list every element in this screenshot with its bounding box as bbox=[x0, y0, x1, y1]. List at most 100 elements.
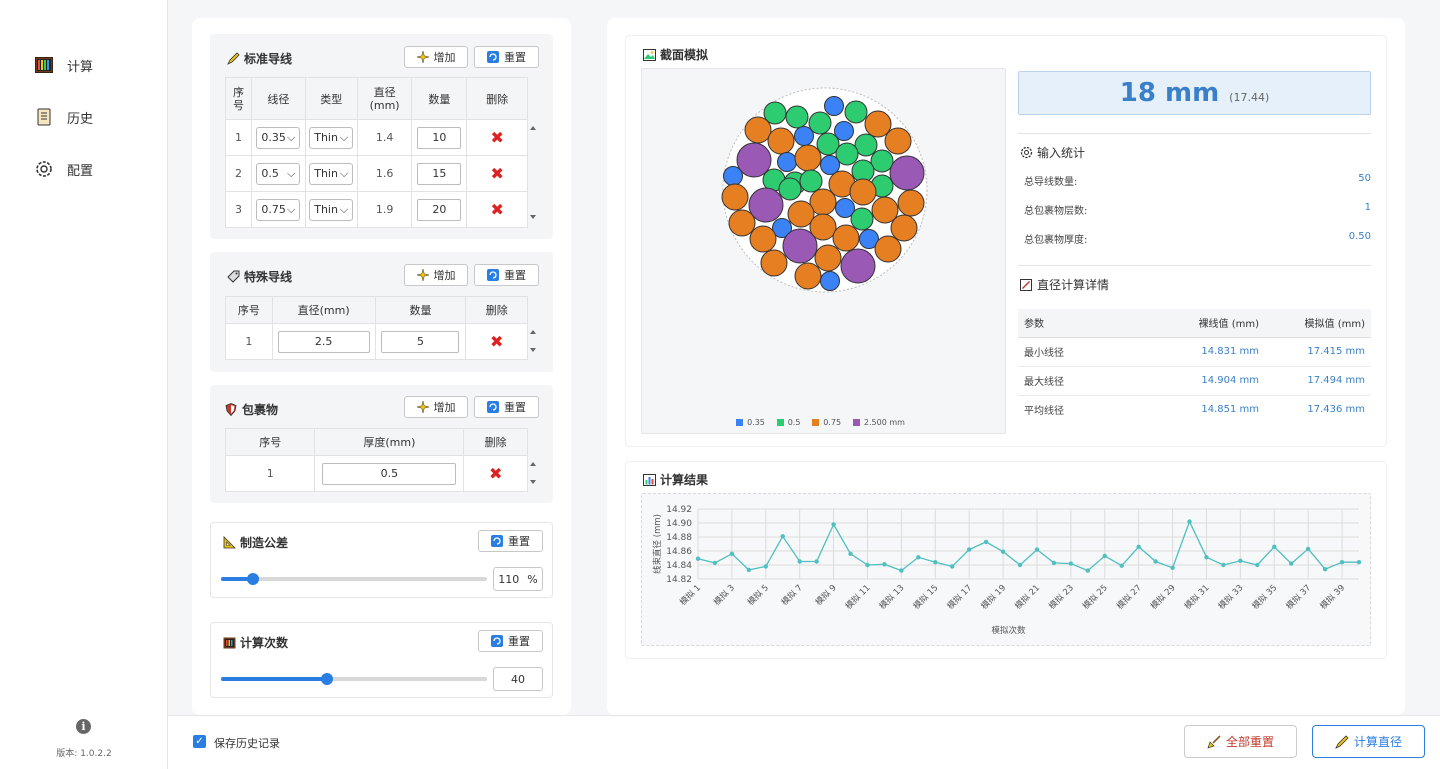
col-header: 删除 bbox=[463, 428, 528, 456]
gauge-select[interactable]: 0.35 ⌵ bbox=[256, 126, 301, 149]
details-title: 直径计算详情 bbox=[1019, 276, 1109, 293]
row-index: 1 bbox=[225, 323, 273, 360]
shield-icon bbox=[224, 403, 238, 417]
x-tick-label: 模拟 23 bbox=[1047, 582, 1076, 611]
count-input[interactable]: 20 bbox=[417, 198, 462, 221]
delete-icon[interactable]: ✖ bbox=[490, 333, 503, 350]
count-input[interactable]: 5 bbox=[381, 330, 460, 353]
reset-standard-wire-button[interactable]: 重置 bbox=[474, 46, 539, 68]
y-tick-label: 14.84 bbox=[666, 561, 692, 571]
col-header: 删除 bbox=[466, 77, 528, 120]
wire-circle-0.75 bbox=[814, 244, 842, 272]
wire-circle-0.75 bbox=[767, 127, 795, 155]
wire-circle-0.5 bbox=[808, 111, 832, 135]
reset-calc-count-button[interactable]: 重置 bbox=[478, 630, 543, 652]
tolerance-input[interactable]: 110% bbox=[493, 567, 543, 591]
calculate-diameter-button[interactable]: 计算直径 bbox=[1312, 725, 1425, 758]
delete-icon[interactable]: ✖ bbox=[490, 129, 503, 146]
chevron-down-icon: ⌵ bbox=[286, 166, 296, 180]
reset-tolerance-button[interactable]: 重置 bbox=[478, 530, 543, 552]
scroll-icon bbox=[35, 108, 53, 126]
table-row: 平均线径 14.851 mm 17.436 mm bbox=[1024, 404, 1365, 418]
table-row: 最大线径 14.904 mm 17.494 mm bbox=[1018, 366, 1371, 396]
table-row: 2 0.5 ⌵ Thin ⌵ 1.6 15 ✖ bbox=[225, 155, 528, 192]
scroll-up-arrow[interactable] bbox=[530, 126, 536, 130]
data-point bbox=[1238, 558, 1243, 563]
add-wrapping-button[interactable]: 增加 bbox=[404, 396, 468, 418]
type-select[interactable]: Thin ⌵ bbox=[309, 126, 354, 149]
reset-wrapping-button[interactable]: 重置 bbox=[474, 396, 539, 418]
details-table: 参数 裸线值 (mm) 模拟值 (mm) 最小线径 14.831 mm 17.4… bbox=[1018, 309, 1371, 424]
data-point bbox=[1000, 549, 1006, 554]
gauge-select[interactable]: 0.5 ⌵ bbox=[256, 162, 301, 185]
divider bbox=[1018, 133, 1371, 134]
x-tick-label: 模拟 17 bbox=[945, 582, 974, 611]
wire-circle-0.75 bbox=[721, 183, 749, 211]
diameter-input[interactable]: 2.5 bbox=[277, 330, 370, 353]
thickness-input[interactable]: 0.5 bbox=[322, 462, 457, 485]
wire-circle-0.5 bbox=[870, 149, 894, 173]
save-history-checkbox[interactable]: ✓ bbox=[193, 735, 206, 748]
data-point bbox=[831, 522, 836, 527]
tolerance-slider-track[interactable] bbox=[221, 577, 487, 581]
type-select[interactable]: Thin ⌵ bbox=[309, 162, 354, 185]
scroll-up-arrow[interactable] bbox=[530, 462, 536, 466]
special-wire-title: 特殊导线 bbox=[226, 268, 292, 285]
calc-count-input[interactable]: 40 bbox=[493, 667, 543, 691]
scroll-down-arrow[interactable] bbox=[530, 348, 536, 352]
cross-section-view: 0.35 0.5 0.75 2.500 mm bbox=[641, 68, 1006, 434]
data-point bbox=[746, 567, 752, 573]
count-input[interactable]: 10 bbox=[417, 126, 462, 149]
col-header: 模拟值 (mm) bbox=[1259, 309, 1371, 338]
sidebar-item-config[interactable]: 配置 bbox=[35, 158, 93, 180]
special-wire-table: 序号 直径(mm) 数量 删除 1 2.5 5 ✖ bbox=[225, 296, 528, 360]
delete-icon[interactable]: ✖ bbox=[490, 165, 503, 182]
legend-item: 0.35 bbox=[736, 418, 765, 427]
scroll-down-arrow[interactable] bbox=[530, 480, 536, 484]
gauge-select[interactable]: 0.75 ⌵ bbox=[256, 198, 301, 221]
sidebar-item-label: 计算 bbox=[67, 59, 94, 75]
data-point bbox=[966, 547, 972, 552]
col-header: 厚度(mm) bbox=[314, 428, 465, 456]
add-special-wire-button[interactable]: 增加 bbox=[404, 264, 468, 286]
table-row: 最小线径 14.831 mm 17.415 mm bbox=[1018, 337, 1371, 367]
tolerance-slider-thumb[interactable] bbox=[247, 573, 259, 585]
reset-all-button[interactable]: 全部重置 bbox=[1184, 725, 1297, 758]
wire-circle-0.75 bbox=[890, 214, 918, 242]
wire-circle-0.75 bbox=[849, 178, 877, 206]
wire-circle-0.75 bbox=[874, 235, 902, 263]
count-input[interactable]: 15 bbox=[417, 162, 462, 185]
calc-count-slider-thumb[interactable] bbox=[321, 673, 333, 685]
sidebar-item-history[interactable]: 历史 bbox=[35, 106, 93, 128]
data-point bbox=[848, 551, 853, 556]
scroll-up-arrow[interactable] bbox=[530, 330, 536, 334]
row-index: 1 bbox=[225, 119, 252, 156]
wrapping-title: 包裹物 bbox=[224, 401, 278, 418]
wire-circle-0.5 bbox=[850, 207, 874, 231]
add-standard-wire-button[interactable]: 增加 bbox=[404, 46, 468, 68]
x-tick-label: 模拟 1 bbox=[678, 582, 704, 608]
cross-section-svg bbox=[721, 87, 928, 293]
wire-circle-0.5 bbox=[844, 100, 868, 124]
abacus-icon bbox=[35, 56, 53, 74]
data-point bbox=[1051, 560, 1057, 566]
save-history-label: 保存历史记录 bbox=[214, 737, 280, 750]
wire-circle-0.5 bbox=[778, 177, 802, 201]
delete-icon[interactable]: ✖ bbox=[489, 465, 502, 482]
reset-special-wire-button[interactable]: 重置 bbox=[474, 264, 539, 286]
x-tick-label: 模拟 13 bbox=[877, 582, 906, 611]
wire-circle-0.75 bbox=[884, 127, 912, 155]
col-header: 序号 bbox=[225, 77, 252, 120]
data-point bbox=[1017, 562, 1023, 568]
type-select[interactable]: Thin ⌵ bbox=[309, 198, 354, 221]
sidebar-item-calculate[interactable]: 计算 bbox=[35, 54, 93, 76]
data-point bbox=[1221, 562, 1226, 568]
data-point bbox=[916, 555, 921, 560]
data-point bbox=[1272, 544, 1277, 549]
wire-circle-2.5 bbox=[748, 187, 784, 223]
bar-chart-icon bbox=[642, 473, 656, 487]
scroll-down-arrow[interactable] bbox=[530, 215, 536, 219]
data-point bbox=[882, 562, 887, 567]
info-icon[interactable]: i bbox=[76, 719, 91, 734]
delete-icon[interactable]: ✖ bbox=[490, 201, 503, 218]
